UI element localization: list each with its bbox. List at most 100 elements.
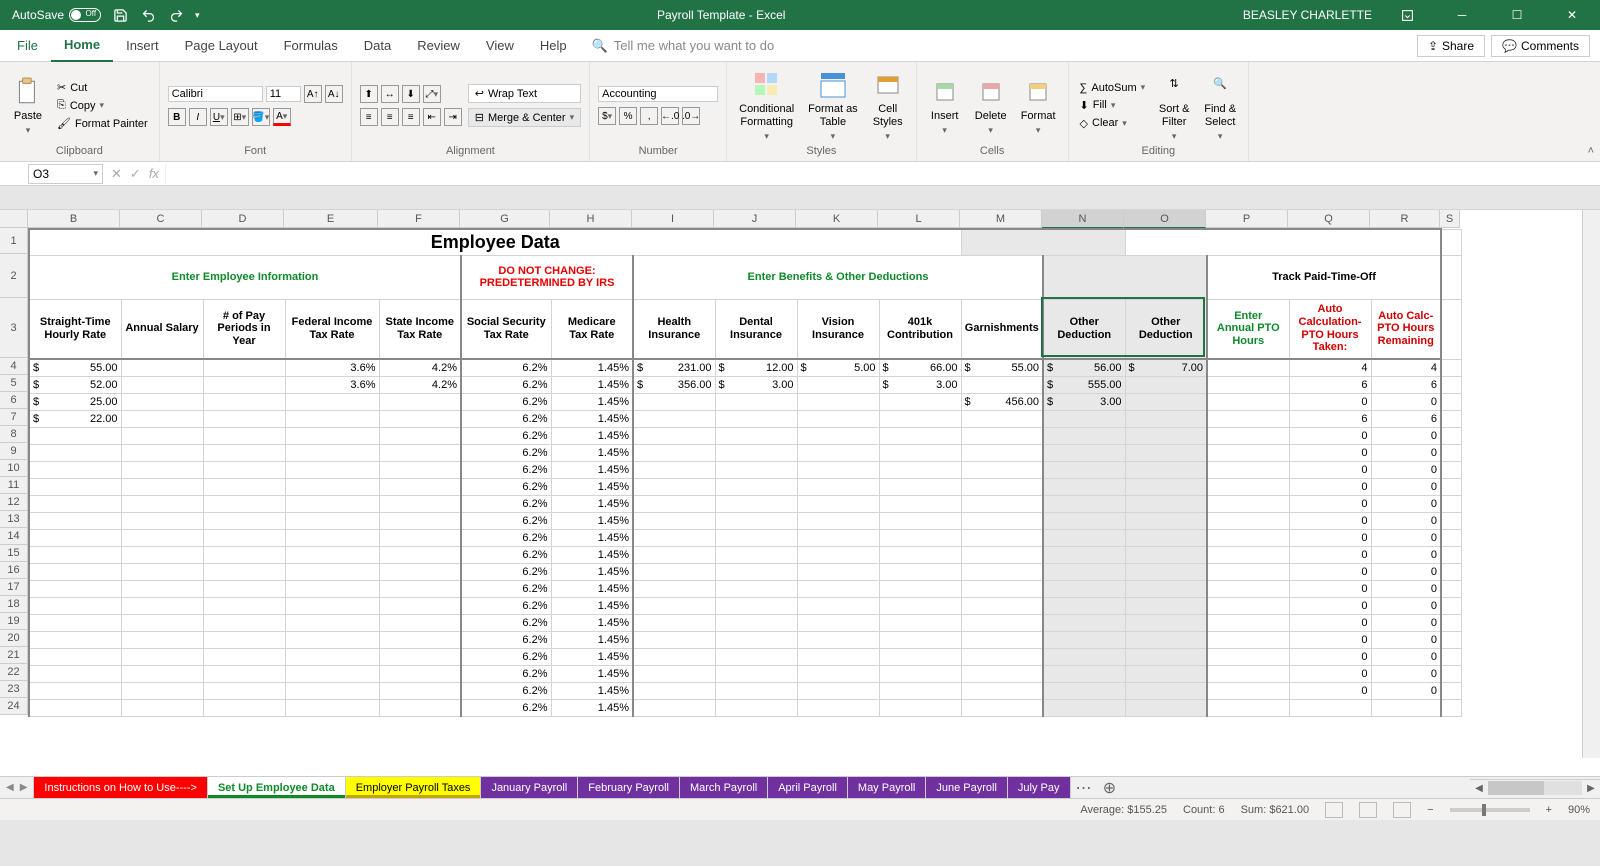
cell-L13[interactable]	[879, 512, 961, 529]
cell-K16[interactable]	[797, 563, 879, 580]
col-header-G[interactable]: G	[460, 210, 550, 228]
italic-button[interactable]: I	[189, 108, 207, 126]
row-header-19[interactable]: 19	[0, 613, 28, 630]
cell-L15[interactable]	[879, 546, 961, 563]
minimize-button[interactable]: ─	[1442, 0, 1482, 30]
number-format-select[interactable]	[598, 86, 718, 102]
cell-H5[interactable]: 1.45%	[551, 376, 633, 393]
cell-E6[interactable]	[285, 393, 379, 410]
cell-K11[interactable]	[797, 478, 879, 495]
cell-J11[interactable]	[715, 478, 797, 495]
cell-K4[interactable]: $5.00	[797, 359, 879, 376]
format-cells-button[interactable]: Format▾	[1017, 66, 1060, 145]
cell-C16[interactable]	[121, 563, 203, 580]
header-H[interactable]: MedicareTax Rate	[551, 299, 633, 359]
cell-G21[interactable]: 6.2%	[461, 648, 551, 665]
sheet-nav-next-icon[interactable]: ▶	[20, 782, 28, 793]
cell-L7[interactable]	[879, 410, 961, 427]
cell-O14[interactable]	[1125, 529, 1207, 546]
cell-O9[interactable]	[1125, 444, 1207, 461]
sheet-tab-january-payroll[interactable]: January Payroll	[481, 777, 578, 798]
cell-B12[interactable]	[29, 495, 121, 512]
sort-filter-button[interactable]: ⇅Sort & Filter▾	[1154, 66, 1194, 145]
cell-G4[interactable]: 6.2%	[461, 359, 551, 376]
header-P[interactable]: EnterAnnual PTOHours	[1207, 299, 1289, 359]
comma-format-icon[interactable]: ,	[640, 107, 658, 125]
row-header-8[interactable]: 8	[0, 426, 28, 443]
cell-F6[interactable]	[379, 393, 461, 410]
cell-O13[interactable]	[1125, 512, 1207, 529]
cell[interactable]	[1441, 461, 1461, 478]
new-sheet-button[interactable]: ⊕	[1097, 777, 1123, 798]
cell-K13[interactable]	[797, 512, 879, 529]
cell-G16[interactable]: 6.2%	[461, 563, 551, 580]
cell-O19[interactable]	[1125, 614, 1207, 631]
cell-L19[interactable]	[879, 614, 961, 631]
cell[interactable]	[1441, 529, 1461, 546]
cell-E19[interactable]	[285, 614, 379, 631]
underline-button[interactable]: U▾	[210, 108, 228, 126]
cell-R8[interactable]: 0	[1371, 427, 1441, 444]
cell-F19[interactable]	[379, 614, 461, 631]
horizontal-scrollbar[interactable]: ◀▶	[1470, 779, 1600, 797]
cell-C9[interactable]	[121, 444, 203, 461]
cell-C14[interactable]	[121, 529, 203, 546]
cell-J17[interactable]	[715, 580, 797, 597]
cell-N12[interactable]	[1043, 495, 1125, 512]
cell-O23[interactable]	[1125, 682, 1207, 699]
header-E[interactable]: Federal IncomeTax Rate	[285, 299, 379, 359]
cell-J7[interactable]	[715, 410, 797, 427]
cell-J4[interactable]: $12.00	[715, 359, 797, 376]
cell-O4[interactable]: $7.00	[1125, 359, 1207, 376]
row-header-9[interactable]: 9	[0, 443, 28, 460]
align-right-icon[interactable]: ≡	[402, 108, 420, 126]
cell-M7[interactable]	[961, 410, 1043, 427]
cell-C6[interactable]	[121, 393, 203, 410]
row-header-23[interactable]: 23	[0, 681, 28, 698]
cell[interactable]	[1441, 255, 1461, 299]
cell-F5[interactable]: 4.2%	[379, 376, 461, 393]
cell-H16[interactable]: 1.45%	[551, 563, 633, 580]
col-header-P[interactable]: P	[1206, 210, 1288, 228]
cell[interactable]	[1441, 444, 1461, 461]
cell-R11[interactable]: 0	[1371, 478, 1441, 495]
cell-R21[interactable]: 0	[1371, 648, 1441, 665]
cell-G7[interactable]: 6.2%	[461, 410, 551, 427]
cell-F8[interactable]	[379, 427, 461, 444]
cell-L18[interactable]	[879, 597, 961, 614]
cell-N16[interactable]	[1043, 563, 1125, 580]
cell-F14[interactable]	[379, 529, 461, 546]
cell-I23[interactable]	[633, 682, 715, 699]
cell-P11[interactable]	[1207, 478, 1289, 495]
share-button[interactable]: ⇪Share	[1417, 35, 1485, 57]
cell[interactable]	[1441, 229, 1461, 255]
cell-P13[interactable]	[1207, 512, 1289, 529]
tab-formulas[interactable]: Formulas	[271, 30, 351, 62]
cell-I5[interactable]: $356.00	[633, 376, 715, 393]
cell-C10[interactable]	[121, 461, 203, 478]
cell-F17[interactable]	[379, 580, 461, 597]
header-C[interactable]: Annual Salary	[121, 299, 203, 359]
cell-D9[interactable]	[203, 444, 285, 461]
row-header-7[interactable]: 7	[0, 409, 28, 426]
sheet-tab-employer-payroll-taxes[interactable]: Employer Payroll Taxes	[346, 777, 482, 798]
cell-D16[interactable]	[203, 563, 285, 580]
cell-B16[interactable]	[29, 563, 121, 580]
cell-M6[interactable]: $456.00	[961, 393, 1043, 410]
cell-B13[interactable]	[29, 512, 121, 529]
cell-C11[interactable]	[121, 478, 203, 495]
cell-Q10[interactable]: 0	[1289, 461, 1371, 478]
cell-Q14[interactable]: 0	[1289, 529, 1371, 546]
increase-decimal-icon[interactable]: ←.0	[661, 107, 679, 125]
cell-R9[interactable]: 0	[1371, 444, 1441, 461]
cell-J22[interactable]	[715, 665, 797, 682]
cancel-formula-icon[interactable]: ✕	[111, 166, 122, 182]
cell-J20[interactable]	[715, 631, 797, 648]
cell-M16[interactable]	[961, 563, 1043, 580]
row-header-6[interactable]: 6	[0, 392, 28, 409]
header-N[interactable]: OtherDeduction	[1043, 299, 1125, 359]
cell-E11[interactable]	[285, 478, 379, 495]
col-header-H[interactable]: H	[550, 210, 632, 228]
cell-L16[interactable]	[879, 563, 961, 580]
cell-F15[interactable]	[379, 546, 461, 563]
